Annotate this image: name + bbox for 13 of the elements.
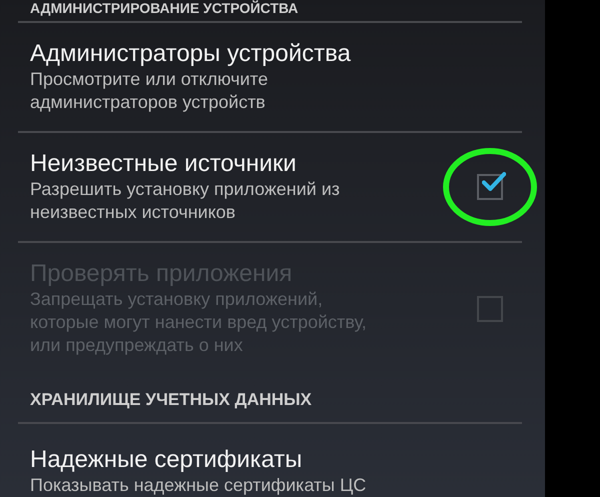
setting-title: Неизвестные источники — [30, 150, 298, 178]
setting-summary: Просмотрите или отключите администраторов устройств — [30, 68, 269, 114]
setting-title: Надежные сертификаты — [30, 446, 304, 474]
section-header: ХРАНИЛИЩЕ УЧЕТНЫХ ДАННЫХ — [30, 390, 312, 410]
setting-item[interactable]: Администраторы устройства Просмотрите или отключите администраторов устройств — [0, 23, 545, 131]
setting-title: Администраторы устройства — [30, 40, 352, 68]
setting-summary: Показывать надежные сертификаты ЦС — [30, 474, 368, 497]
setting-item[interactable]: Надежные сертификаты Показывать надежные сертификаты ЦС — [0, 424, 545, 497]
setting-summary: Разрешить установку приложений из неизвестных источников — [30, 178, 341, 224]
setting-item[interactable]: Неизвестные источники Разрешить установку приложений из неизвестных источников — [0, 133, 545, 241]
setting-summary: Запрещать установку приложений, которые могут нанести вред устройству, или предупреждать о них — [30, 288, 368, 357]
section-header: АДМИНИСТРИРОВАНИЕ УСТРОЙСТВА — [30, 1, 298, 15]
checkbox[interactable] — [477, 174, 503, 200]
